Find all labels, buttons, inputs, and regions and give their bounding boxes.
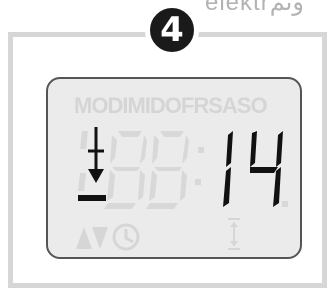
arrow-down-to-line-icon <box>78 127 106 201</box>
minutes-text: 14 <box>48 79 50 80</box>
step-number: 4 <box>160 9 184 50</box>
step-badge: 4 <box>145 3 199 57</box>
instruction-figure: elektrونم 4 MODIMIDOFRSASO 14 <box>0 0 335 294</box>
lcd-display: MODIMIDOFRSASO 14 <box>46 77 302 259</box>
up-down-triangles-icon <box>76 227 108 249</box>
clock-icon <box>112 223 140 251</box>
brand-text: elektrونم <box>205 0 304 16</box>
end-limit-icon <box>228 218 240 250</box>
lcd-segments: 14 <box>48 79 288 251</box>
